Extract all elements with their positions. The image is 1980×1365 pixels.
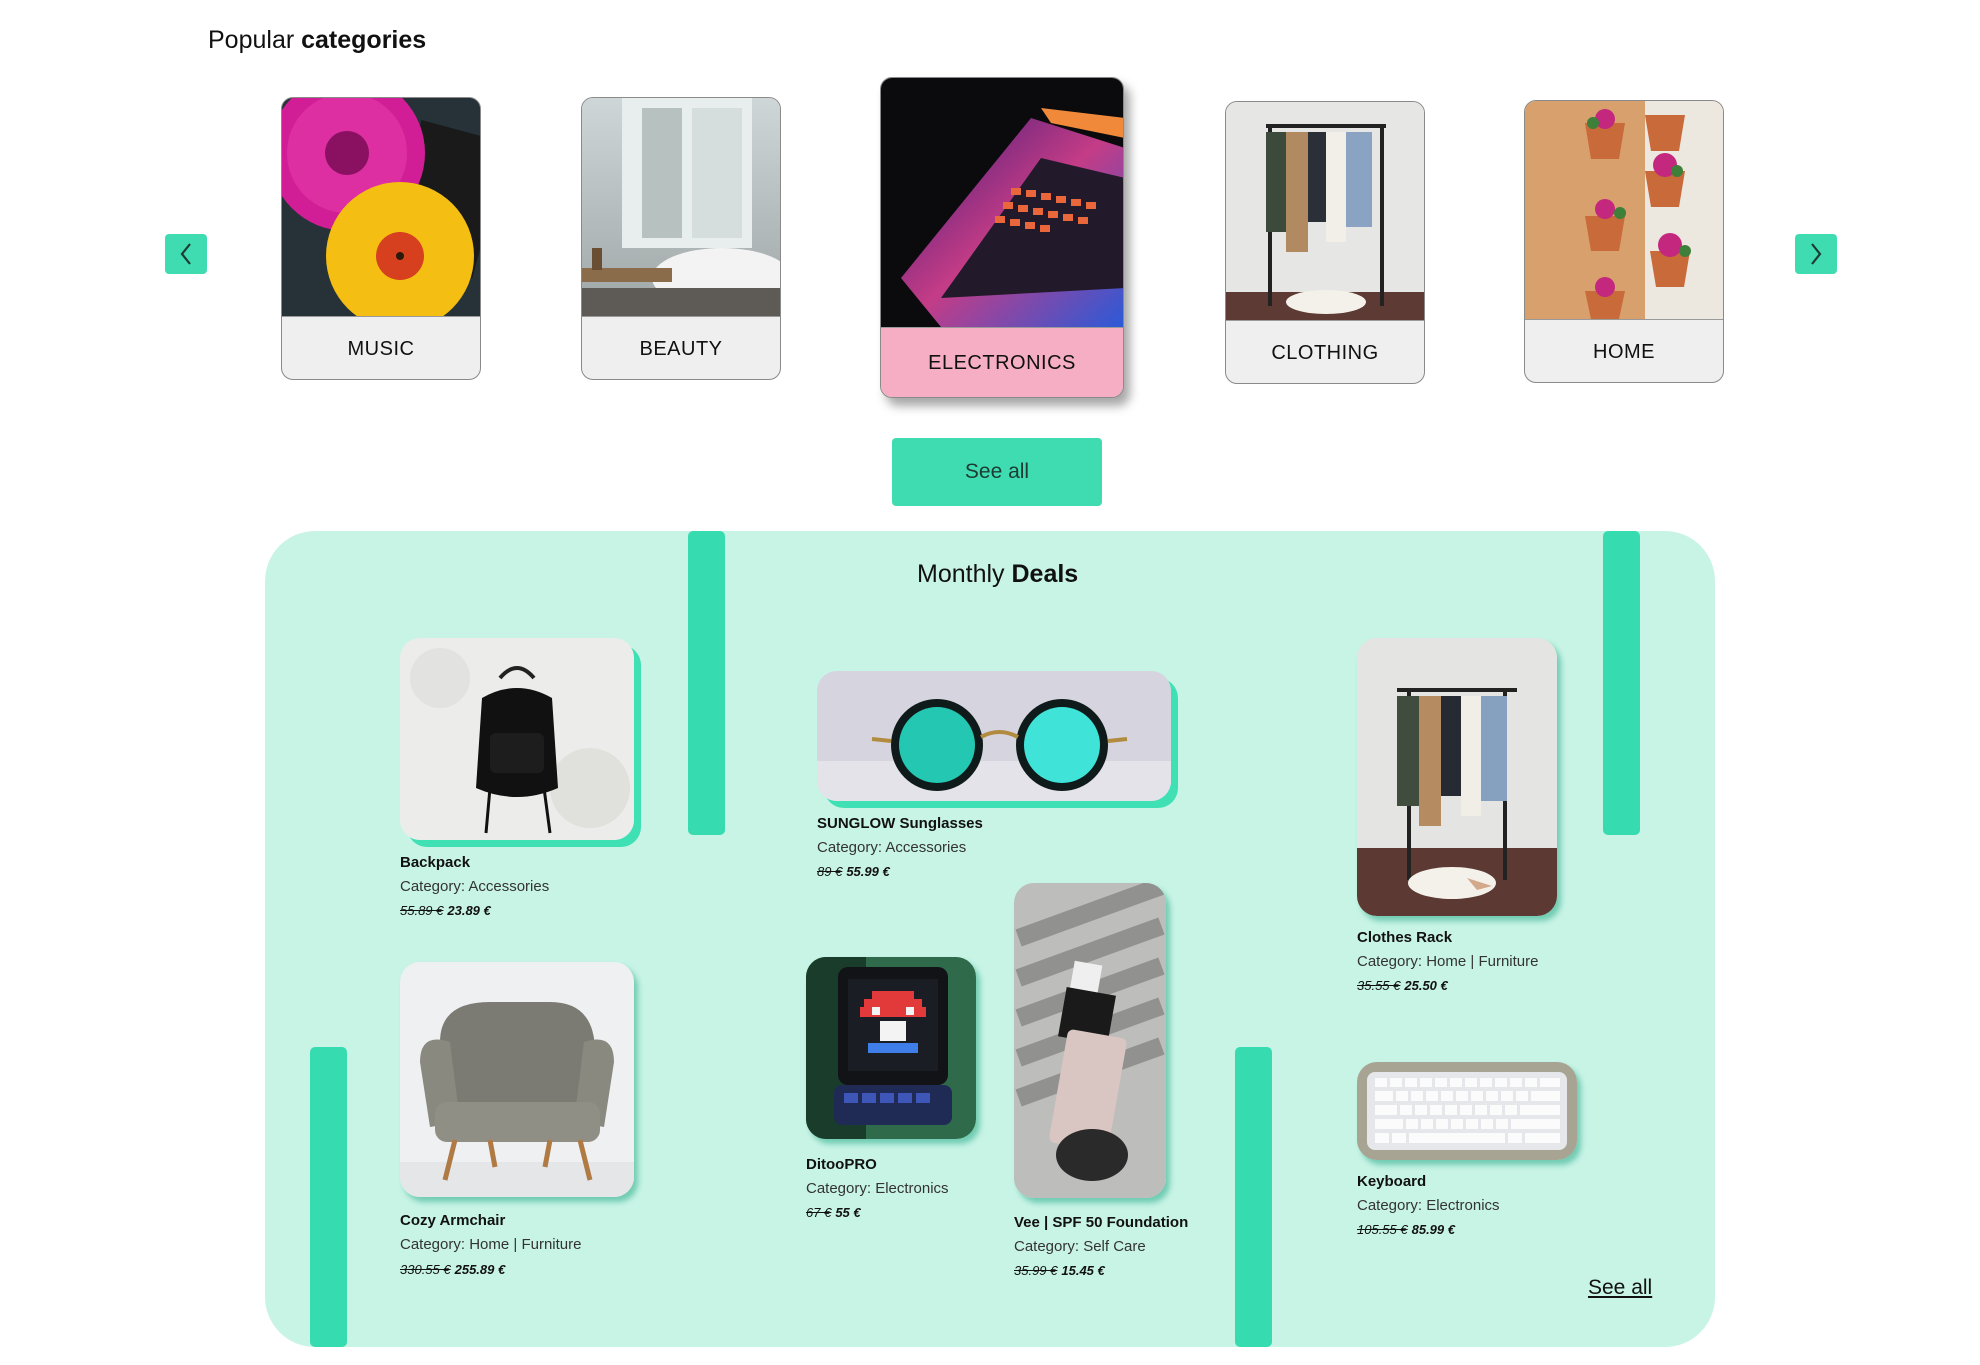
category-label-beauty: BEAUTY <box>582 316 780 379</box>
old-price: 330.55 € <box>400 1262 451 1277</box>
category-card-electronics[interactable]: ELECTRONICS <box>880 77 1124 398</box>
see-all-deals-link[interactable]: See all <box>1588 1276 1652 1300</box>
sunglasses-image[interactable] <box>817 671 1171 801</box>
carousel-next-button[interactable] <box>1795 234 1837 274</box>
category-card-home[interactable]: HOME <box>1524 100 1724 383</box>
decorative-stripe <box>310 1047 347 1347</box>
product-category: Category: Accessories <box>400 878 550 895</box>
category-card-music[interactable]: MUSIC <box>281 97 481 380</box>
sale-price: 85.99 € <box>1411 1222 1455 1237</box>
decorative-stripe <box>1603 531 1640 835</box>
product-name[interactable]: Backpack <box>400 854 470 871</box>
backpack-image[interactable] <box>400 638 634 840</box>
category-label-home: HOME <box>1525 319 1723 382</box>
category-card-clothing[interactable]: CLOTHING <box>1225 101 1425 384</box>
old-price: 55.89 € <box>400 903 444 918</box>
chevron-left-icon <box>180 243 191 265</box>
popular-categories-title: Popular categories <box>208 26 427 54</box>
old-price: 35.99 € <box>1014 1263 1058 1278</box>
product-category: Category: Accessories <box>817 839 967 856</box>
product-name[interactable]: Cozy Armchair <box>400 1212 505 1229</box>
carousel-prev-button[interactable] <box>165 234 207 274</box>
old-price: 89 € <box>817 864 843 879</box>
product-price: 330.55 €255.89 € <box>400 1262 505 1277</box>
product-price: 35.55 €25.50 € <box>1357 978 1448 993</box>
see-all-categories-button[interactable]: See all <box>892 438 1102 506</box>
category-label-clothing: CLOTHING <box>1226 320 1424 383</box>
beauty-image <box>582 98 780 316</box>
product-price: 35.99 €15.45 € <box>1014 1263 1105 1278</box>
product-category: Category: Self Care <box>1014 1238 1146 1255</box>
product-price: 55.89 €23.89 € <box>400 903 491 918</box>
product-price: 89 €55.99 € <box>817 864 890 879</box>
clothes-rack-image[interactable] <box>1357 638 1557 916</box>
product-name[interactable]: DitooPRO <box>806 1156 877 1173</box>
monthly-deals-title: Monthly Deals <box>917 560 1079 588</box>
product-name[interactable]: SUNGLOW Sunglasses <box>817 815 983 832</box>
sale-price: 55.99 € <box>846 864 890 879</box>
sale-price: 15.45 € <box>1061 1263 1105 1278</box>
sale-price: 55 € <box>835 1205 861 1220</box>
product-category: Category: Electronics <box>1357 1197 1500 1214</box>
keyboard-image[interactable] <box>1357 1062 1577 1160</box>
product-name[interactable]: Clothes Rack <box>1357 929 1452 946</box>
foundation-image[interactable] <box>1014 883 1166 1198</box>
armchair-image[interactable] <box>400 962 634 1197</box>
sale-price: 23.89 € <box>447 903 491 918</box>
ditoopro-image[interactable] <box>806 957 976 1139</box>
product-category: Category: Home | Furniture <box>1357 953 1539 970</box>
category-label-music: MUSIC <box>282 316 480 379</box>
old-price: 105.55 € <box>1357 1222 1408 1237</box>
clothing-image <box>1226 102 1424 320</box>
product-name[interactable]: Keyboard <box>1357 1173 1426 1190</box>
category-card-beauty[interactable]: BEAUTY <box>581 97 781 380</box>
decorative-stripe <box>1235 1047 1272 1347</box>
product-name[interactable]: Vee | SPF 50 Foundation <box>1014 1214 1188 1231</box>
chevron-right-icon <box>1811 243 1822 265</box>
home-image <box>1525 101 1723 319</box>
product-price: 105.55 €85.99 € <box>1357 1222 1455 1237</box>
sale-price: 255.89 € <box>454 1262 506 1277</box>
old-price: 67 € <box>806 1205 832 1220</box>
category-label-electronics: ELECTRONICS <box>881 327 1123 397</box>
product-category: Category: Electronics <box>806 1180 949 1197</box>
decorative-stripe <box>688 531 725 835</box>
sale-price: 25.50 € <box>1404 978 1448 993</box>
product-price: 67 €55 € <box>806 1205 861 1220</box>
music-image <box>282 98 480 316</box>
electronics-image <box>881 78 1123 327</box>
product-category: Category: Home | Furniture <box>400 1236 582 1253</box>
old-price: 35.55 € <box>1357 978 1401 993</box>
